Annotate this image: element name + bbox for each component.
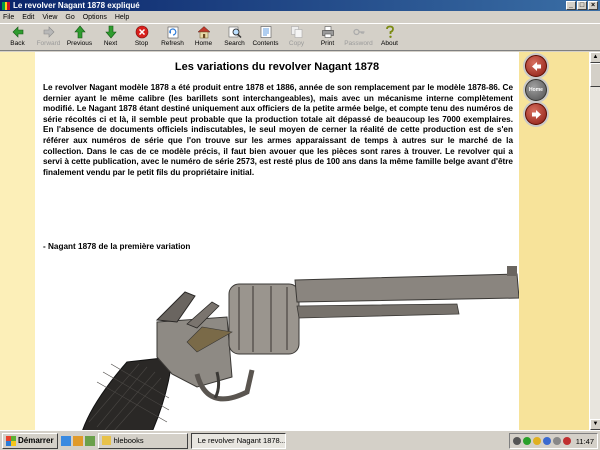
scroll-up-icon[interactable]: ▲ (590, 52, 600, 63)
search-icon (228, 26, 242, 39)
system-tray: 11:47 (508, 433, 598, 449)
task-hlebooks[interactable]: hlebooks (97, 432, 188, 449)
next-button[interactable]: Next (95, 24, 126, 51)
page-title: Les variations du revolver Nagant 1878 (174, 61, 380, 73)
minimize-button[interactable]: _ (566, 1, 576, 10)
password-button[interactable]: Password (343, 24, 374, 51)
stop-button[interactable]: Stop (126, 24, 157, 51)
section-subheading: - Nagant 1878 de la première variation (43, 242, 191, 251)
menu-help[interactable]: Help (115, 14, 129, 21)
home-button-label: Home (529, 87, 543, 93)
forward-button[interactable]: Forward (33, 24, 64, 51)
start-button[interactable]: Démarrer (2, 432, 58, 449)
tray-antivirus-icon[interactable] (562, 437, 571, 445)
menu-view[interactable]: View (42, 14, 57, 21)
left-arrow-icon (532, 62, 541, 71)
tray-volume-icon[interactable] (552, 437, 561, 445)
quick-launch (60, 435, 95, 446)
home-button[interactable]: Home (188, 24, 219, 51)
tray-security-icon[interactable] (532, 437, 541, 445)
scroll-thumb[interactable] (590, 63, 600, 87)
scroll-down-icon[interactable]: ▼ (590, 419, 600, 430)
forward-arrow-icon (43, 26, 54, 38)
refresh-button[interactable]: Refresh (157, 24, 188, 51)
home-icon (196, 26, 211, 39)
menu-bar: File Edit View Go Options Help (0, 11, 600, 23)
menu-options[interactable]: Options (83, 14, 107, 21)
task-nagant-document[interactable]: Le revolver Nagant 1878... (190, 432, 286, 449)
toolbar: Back Forward Previous Next Stop Refresh … (0, 23, 600, 51)
close-button[interactable]: × (588, 1, 598, 10)
explorer-icon[interactable] (84, 435, 95, 446)
down-arrow-icon (104, 25, 117, 39)
browser-icon[interactable] (72, 435, 83, 446)
tray-app-icon[interactable] (512, 437, 521, 445)
right-arrow-icon (532, 110, 541, 119)
taskbar: Démarrer hlebooks Le revolver Nagant 187… (0, 430, 600, 450)
password-icon (352, 28, 364, 36)
back-button[interactable]: Back (2, 24, 33, 51)
refresh-icon (167, 26, 178, 39)
body-paragraph: Le revolver Nagant modèle 1878 a été pro… (43, 83, 513, 177)
back-arrow-icon (12, 26, 23, 38)
print-button[interactable]: Print (312, 24, 343, 51)
revolver-photo (82, 266, 520, 430)
folder-icon (101, 436, 111, 445)
contents-icon (260, 26, 271, 38)
previous-button[interactable]: Previous (64, 24, 95, 51)
menu-file[interactable]: File (3, 14, 14, 21)
home-page-button[interactable]: Home (525, 79, 547, 101)
maximize-button[interactable]: □ (577, 1, 587, 10)
vertical-scrollbar[interactable]: ▲ ▼ (589, 52, 600, 430)
copy-icon (290, 26, 302, 38)
copy-button[interactable]: Copy (281, 24, 312, 51)
tray-network-icon[interactable] (522, 437, 531, 445)
about-icon (385, 25, 394, 38)
desktop-icon[interactable] (60, 435, 71, 446)
tray-messenger-icon[interactable] (542, 437, 551, 445)
stop-icon (135, 25, 148, 39)
menu-go[interactable]: Go (65, 14, 74, 21)
window-titlebar[interactable]: Le revolver Nagant 1878 expliqué _ □ × (0, 0, 600, 11)
clock: 11:47 (575, 436, 594, 446)
print-icon (321, 26, 334, 38)
app-flag-icon (2, 1, 11, 10)
about-button[interactable]: About (374, 24, 405, 51)
window-title: Le revolver Nagant 1878 expliqué (13, 1, 140, 10)
up-arrow-icon (73, 25, 86, 39)
document-page: Les variations du revolver Nagant 1878 L… (35, 52, 520, 430)
search-button[interactable]: Search (219, 24, 250, 51)
next-page-button[interactable] (525, 103, 547, 125)
windows-logo-icon (6, 435, 16, 446)
menu-edit[interactable]: Edit (22, 14, 34, 21)
previous-page-button[interactable] (525, 55, 547, 77)
content-area: Les variations du revolver Nagant 1878 L… (0, 52, 589, 430)
contents-button[interactable]: Contents (250, 24, 281, 51)
